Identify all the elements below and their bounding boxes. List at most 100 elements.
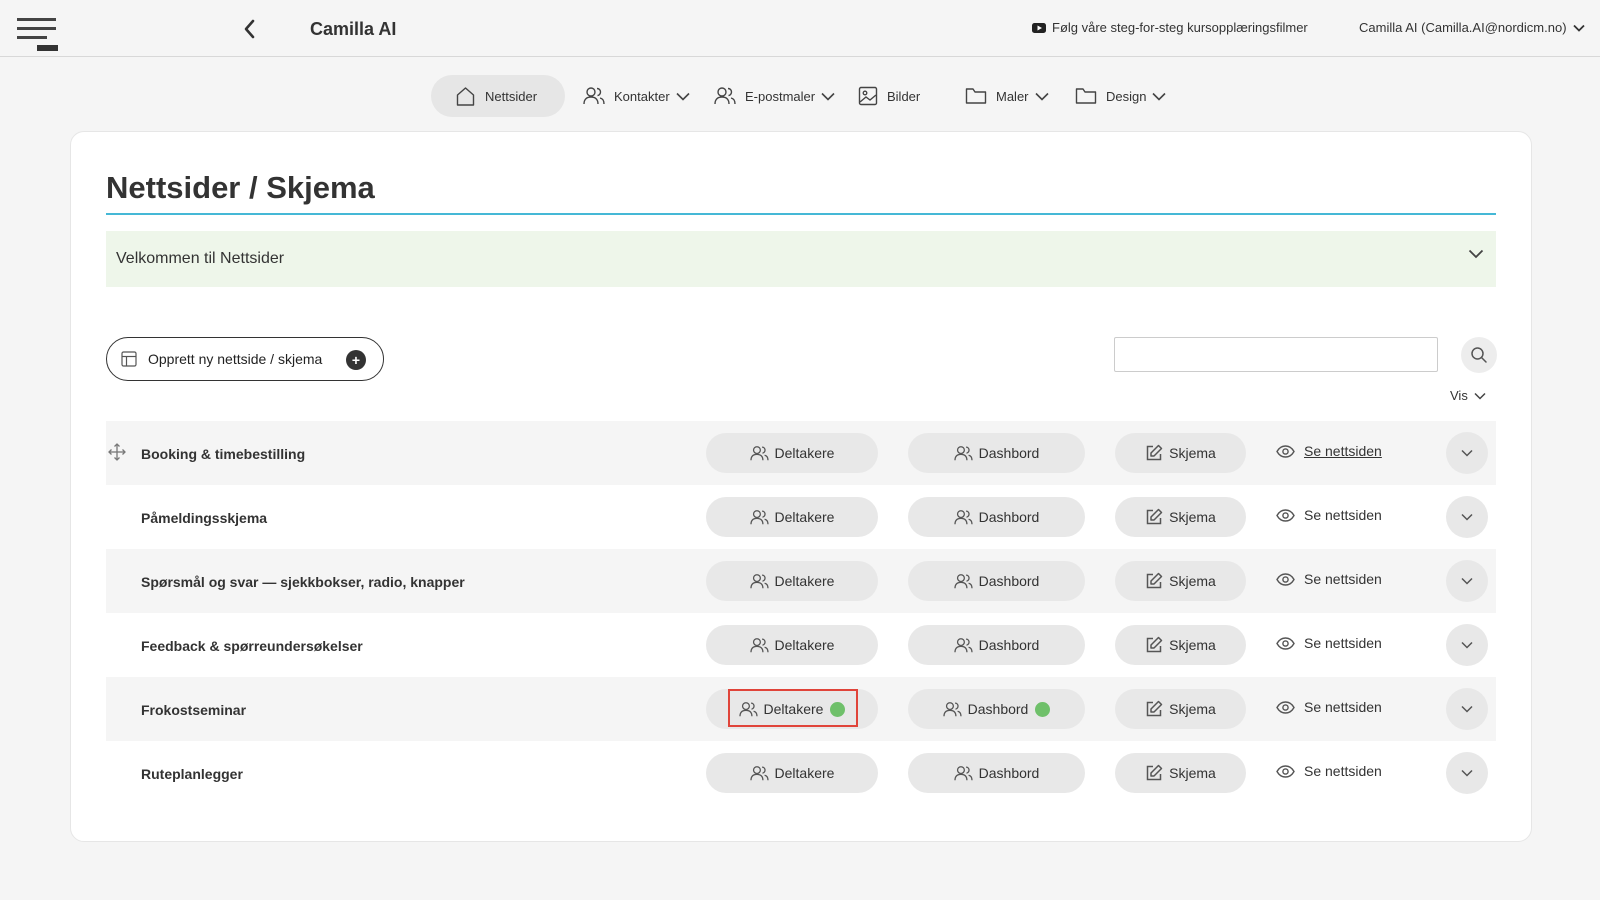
dashboard-label: Dashbord (978, 573, 1040, 589)
create-button-label: Opprett ny nettside / skjema (148, 351, 323, 367)
users-icon (749, 445, 769, 460)
image-icon (858, 86, 878, 106)
dashboard-button[interactable]: Dashbord (908, 561, 1085, 601)
users-icon (749, 637, 769, 652)
app-title: Camilla AI (310, 19, 397, 39)
top-bar: Camilla AI Følg våre steg-for-steg kurso… (0, 0, 1600, 57)
nav-item-e-postmaler[interactable]: E-postmaler (714, 75, 835, 117)
row-expand-button[interactable] (1446, 432, 1488, 474)
user-label: Camilla AI (Camilla.AI@nordicm.no) (1359, 20, 1567, 35)
participants-label: Deltakere (774, 573, 835, 589)
form-button[interactable]: Skjema (1115, 689, 1246, 729)
nav-item-design[interactable]: Design (1075, 75, 1167, 117)
row-expand-button[interactable] (1446, 560, 1488, 602)
dashboard-button[interactable]: Dashbord (908, 625, 1085, 665)
dashboard-button[interactable]: Dashbord (908, 753, 1085, 793)
dashboard-label: Dashbord (967, 701, 1029, 717)
form-button[interactable]: Skjema (1115, 753, 1246, 793)
view-page-link[interactable]: Se nettsiden (1276, 443, 1382, 459)
create-page-button[interactable]: Opprett ny nettside / skjema + (106, 337, 384, 381)
chevron-down-icon (1034, 92, 1049, 101)
edit-icon (1146, 636, 1163, 653)
nav-item-label: Design (1106, 88, 1147, 104)
chevron-down-icon (1461, 705, 1473, 713)
chevron-down-icon (1474, 392, 1486, 400)
form-label: Skjema (1169, 637, 1216, 653)
table-row: Frokostseminar Deltakere Dashbord Skjema… (106, 677, 1496, 741)
row-title: Booking & timebestilling (141, 446, 306, 462)
eye-icon (1276, 700, 1295, 714)
participants-button[interactable]: Deltakere (706, 497, 878, 537)
participants-button[interactable]: Deltakere (706, 753, 878, 793)
row-expand-button[interactable] (1446, 688, 1488, 730)
edit-icon (1146, 572, 1163, 589)
nav-item-label: Maler (996, 88, 1029, 104)
welcome-accordion[interactable]: Velkommen til Nettsider (106, 231, 1496, 287)
back-arrow-icon[interactable] (240, 18, 260, 40)
title-divider (106, 213, 1496, 215)
view-dropdown[interactable]: Vis (1450, 388, 1486, 403)
table-row: Påmeldingsskjema Deltakere Dashbord Skje… (106, 485, 1496, 549)
view-page-link[interactable]: Se nettsiden (1276, 763, 1382, 779)
form-button[interactable]: Skjema (1115, 433, 1246, 473)
participants-label: Deltakere (763, 701, 824, 717)
dashboard-button[interactable]: Dashbord (908, 433, 1085, 473)
users-icon (583, 87, 605, 105)
main-nav: Nettsider Kontakter E-postmaler Bilder M… (0, 75, 1600, 117)
tutorial-link-label: Følg våre steg-for-steg kursopplæringsfi… (1052, 20, 1308, 35)
nav-item-label: Bilder (887, 88, 921, 104)
participants-button[interactable]: Deltakere (706, 561, 878, 601)
row-expand-button[interactable] (1446, 752, 1488, 794)
row-expand-button[interactable] (1446, 624, 1488, 666)
form-label: Skjema (1169, 509, 1216, 525)
edit-icon (1146, 508, 1163, 525)
dashboard-label: Dashbord (978, 637, 1040, 653)
tutorial-videos-link[interactable]: Følg våre steg-for-steg kursopplæringsfi… (1032, 20, 1308, 35)
user-menu[interactable]: Camilla AI (Camilla.AI@nordicm.no) (1359, 20, 1585, 35)
chevron-down-icon (1461, 513, 1473, 521)
participants-button[interactable]: Deltakere (706, 689, 878, 729)
welcome-label: Velkommen til Nettsider (116, 250, 285, 267)
view-dropdown-label: Vis (1450, 388, 1468, 403)
chevron-down-icon (1461, 769, 1473, 777)
search-input[interactable] (1114, 337, 1438, 372)
nav-item-maler[interactable]: Maler (965, 75, 1049, 117)
form-label: Skjema (1169, 573, 1216, 589)
chevron-down-icon (676, 92, 690, 101)
users-icon (714, 87, 736, 105)
form-button[interactable]: Skjema (1115, 561, 1246, 601)
chevron-down-icon (1572, 24, 1585, 32)
participants-button[interactable]: Deltakere (706, 625, 878, 665)
view-page-link[interactable]: Se nettsiden (1276, 571, 1382, 587)
nav-item-kontakter[interactable]: Kontakter (583, 75, 690, 117)
folder-icon (965, 88, 987, 104)
users-icon (954, 765, 973, 780)
participants-label: Deltakere (774, 637, 835, 653)
form-button[interactable]: Skjema (1115, 497, 1246, 537)
eye-icon (1276, 444, 1295, 458)
chevron-down-icon (1461, 449, 1473, 457)
row-expand-button[interactable] (1446, 496, 1488, 538)
nav-item-nettsider[interactable]: Nettsider (431, 75, 565, 117)
pages-table: Booking & timebestilling Deltakere Dashb… (106, 421, 1496, 805)
dashboard-button[interactable]: Dashbord (908, 497, 1085, 537)
dashboard-button[interactable]: Dashbord (908, 689, 1085, 729)
page-title: Nettsider / Skjema (106, 170, 375, 205)
view-page-link[interactable]: Se nettsiden (1276, 699, 1382, 715)
chevron-down-icon (1468, 249, 1484, 259)
search-icon (1471, 347, 1487, 363)
participants-button[interactable]: Deltakere (706, 433, 878, 473)
hamburger-menu-icon[interactable] (17, 16, 58, 52)
nav-item-bilder[interactable]: Bilder (858, 75, 920, 117)
users-icon (943, 701, 962, 716)
chevron-down-icon (1152, 92, 1167, 101)
form-button[interactable]: Skjema (1115, 625, 1246, 665)
edit-icon (1146, 764, 1163, 781)
status-dot (830, 701, 846, 717)
drag-handle-icon[interactable] (108, 443, 126, 461)
view-page-label: Se nettsiden (1304, 571, 1382, 587)
view-page-link[interactable]: Se nettsiden (1276, 507, 1382, 523)
view-page-label: Se nettsiden (1304, 635, 1382, 651)
view-page-link[interactable]: Se nettsiden (1276, 635, 1382, 651)
search-button[interactable] (1461, 337, 1497, 373)
